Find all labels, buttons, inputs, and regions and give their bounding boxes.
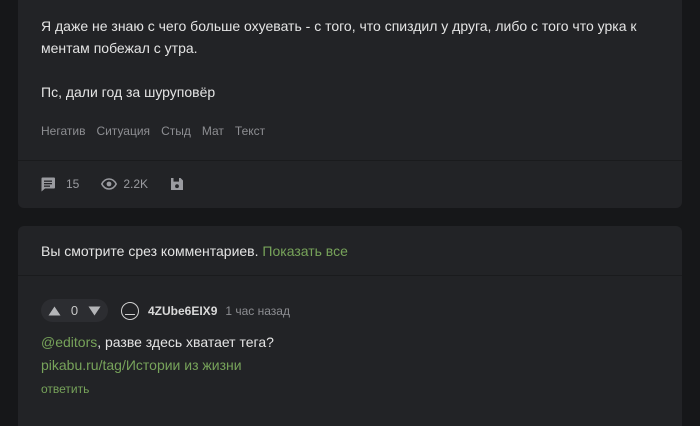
post-actions: 15 2.2K [40, 176, 184, 192]
comments-button[interactable]: 15 [40, 176, 79, 192]
divider [18, 160, 682, 161]
mention-link[interactable]: @editors [41, 334, 97, 350]
post-paragraph: Пс, дали год за шуруповёр [41, 84, 216, 100]
tag-item[interactable]: Стыд [161, 124, 191, 138]
tag-item[interactable]: Текст [235, 124, 265, 138]
triangle-down-icon [88, 306, 101, 315]
post-paragraph: Я даже не знаю с чего больше охуевать - … [41, 18, 637, 56]
tag-item[interactable]: Негатив [41, 124, 85, 138]
comments-section: Вы смотрите срез комментариев. Показать … [18, 226, 682, 426]
comment-body: @editors, разве здесь хватает тега? [41, 334, 274, 350]
floppy-disk-icon [171, 178, 184, 190]
tag-list: Негатив Ситуация Стыд Мат Текст [41, 124, 265, 138]
post-card: Я даже не знаю с чего больше охуевать - … [18, 0, 682, 208]
comments-count: 15 [66, 177, 80, 191]
save-button[interactable] [170, 177, 184, 191]
divider [18, 275, 682, 276]
comment-text: , разве здесь хватает тега? [97, 334, 274, 350]
views-count: 2.2K [123, 177, 149, 191]
show-all-link[interactable]: Показать все [262, 243, 347, 259]
slice-note-text: Вы смотрите срез комментариев. [41, 243, 259, 259]
rating-value: 0 [70, 303, 79, 318]
comment-link[interactable]: pikabu.ru/tag/Истории из жизни [41, 357, 242, 373]
triangle-up-icon [48, 306, 61, 315]
avatar[interactable] [121, 302, 139, 320]
comments-slice-notice: Вы смотрите срез комментариев. Показать … [41, 243, 348, 259]
tag-item[interactable]: Ситуация [96, 124, 150, 138]
views-counter: 2.2K [101, 176, 148, 192]
eye-icon [101, 178, 118, 190]
username[interactable]: 4ZUbe6EIX9 [148, 304, 217, 318]
tag-item[interactable]: Мат [202, 124, 224, 138]
upvote-button[interactable] [48, 306, 61, 316]
comment-time: 1 час назад [225, 304, 290, 318]
reply-button[interactable]: ответить [41, 382, 89, 396]
comment-author: 4ZUbe6EIX9 1 час назад [121, 302, 290, 320]
downvote-button[interactable] [88, 306, 101, 316]
comment-rating: 0 [41, 299, 108, 322]
comment-bubble-icon [41, 177, 55, 192]
